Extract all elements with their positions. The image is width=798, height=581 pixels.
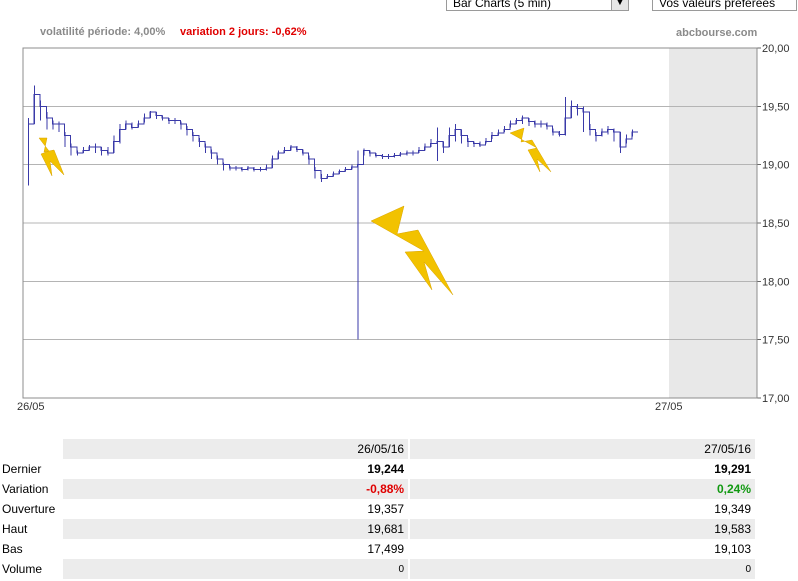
lightning-icon [509, 127, 552, 173]
x-tick-label: 27/05 [655, 401, 683, 413]
volatility-text: volatilité période: 4,00% [40, 26, 166, 38]
chart-type-select-value: Bar Charts (5 min) [453, 0, 552, 10]
column-header-day2: 27/05/16 [409, 439, 757, 459]
cell-value: 0,24% [409, 479, 757, 499]
y-tick-label: 17,00 [762, 393, 790, 405]
chevron-down-icon[interactable]: ▼ [611, 0, 628, 10]
table-row: Bas 17,499 19,103 [0, 539, 757, 559]
cell-value: 19,244 [63, 459, 411, 479]
table-row: Volume 0 0 [0, 559, 757, 579]
table-header-row: 26/05/16 27/05/16 [0, 439, 757, 459]
y-tick-label: 18,00 [762, 276, 790, 288]
cell-value: 19,681 [63, 519, 411, 539]
cell-value: 19,349 [409, 499, 757, 519]
cell-value: 19,103 [409, 539, 757, 559]
lightning-icon [38, 137, 65, 177]
favorites-select[interactable]: Vos valeurs préférées [652, 0, 797, 11]
y-tick-label: 20,00 [762, 43, 790, 55]
table-row: Haut 19,681 19,583 [0, 519, 757, 539]
row-label: Haut [2, 522, 28, 536]
row-label: Volume [2, 562, 43, 576]
cell-value: 0 [63, 559, 411, 579]
cell-value: 0 [409, 559, 757, 579]
cell-value: -0,88% [63, 479, 411, 499]
variation-2days-text: variation 2 jours: -0,62% [180, 26, 307, 38]
row-label: Variation [2, 482, 49, 496]
price-chart: 17,00 17,50 18,00 18,50 19,00 19,50 20,00 26/05… [17, 43, 790, 413]
cell-value: 19,583 [409, 519, 757, 539]
row-label: Ouverture [2, 502, 56, 516]
column-header-day1: 26/05/16 [63, 439, 411, 459]
table-row: Ouverture 19,357 19,349 [0, 499, 757, 519]
y-tick-label: 19,00 [762, 160, 790, 172]
table-row: Dernier 19,244 19,291 [0, 459, 757, 479]
row-label: Bas [2, 542, 23, 556]
x-tick-label: 26/05 [17, 401, 45, 413]
cell-value: 17,499 [63, 539, 411, 559]
top-controls: Bar Charts (5 min) ▼ Vos valeurs préféré… [0, 0, 798, 12]
y-tick-label: 19,50 [762, 101, 790, 113]
chart-type-select[interactable]: Bar Charts (5 min) ▼ [446, 0, 629, 11]
y-tick-label: 17,50 [762, 335, 790, 347]
cell-value: 19,291 [409, 459, 757, 479]
favorites-select-value: Vos valeurs préférées [659, 0, 776, 10]
row-label: Dernier [2, 462, 42, 476]
summary-table: 26/05/16 27/05/16 Dernier 19,244 19,291 … [0, 439, 757, 579]
cell-value: 19,357 [63, 499, 411, 519]
table-row: Variation -0,88% 0,24% [0, 479, 757, 499]
y-tick-label: 18,50 [762, 218, 790, 230]
